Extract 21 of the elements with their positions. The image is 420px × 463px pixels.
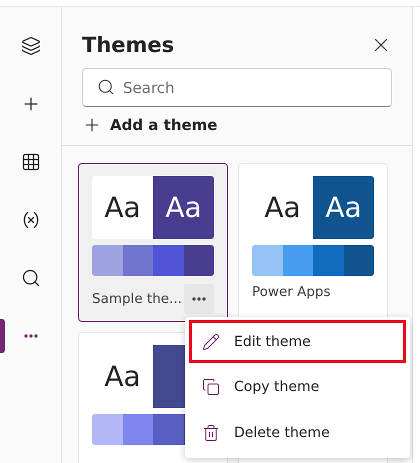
theme-card[interactable]: Aa Aa Sample the...: [78, 163, 228, 322]
search-icon: [20, 268, 40, 288]
font-preview: Aa: [153, 176, 214, 239]
search-field[interactable]: Search: [82, 68, 392, 107]
more-options-button[interactable]: [184, 284, 214, 314]
theme-name: Sample the...: [92, 291, 182, 307]
more-icon: [192, 297, 206, 301]
table-icon: [20, 152, 40, 172]
pencil-icon: [202, 332, 220, 350]
panel-title: Themes: [82, 33, 174, 57]
font-preview: Aa: [313, 176, 374, 239]
layers-icon: [20, 36, 40, 56]
search-icon: [97, 78, 115, 96]
trash-icon: [202, 424, 220, 442]
more-icon: [24, 334, 38, 338]
copy-icon: [202, 378, 220, 396]
theme-name: Power Apps: [252, 284, 331, 300]
menu-item[interactable]: Edit theme: [189, 320, 406, 363]
variable-icon: [20, 210, 40, 230]
font-preview: Aa: [92, 176, 153, 239]
add-theme-button[interactable]: Add a theme: [80, 113, 220, 137]
